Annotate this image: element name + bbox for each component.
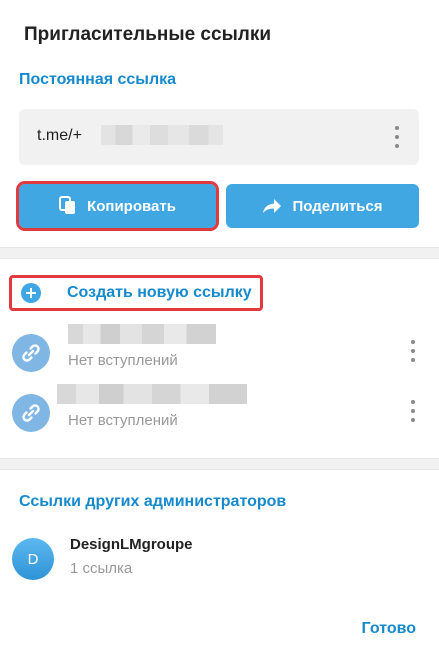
dialog-title: Пригласительные ссылки [24,24,272,45]
more-vertical-icon[interactable] [410,400,416,422]
permanent-link-text: t.me/+ [37,127,82,144]
copy-link-button[interactable]: Копировать [16,181,219,231]
copy-icon [59,196,76,214]
link-name-redaction-blur [57,384,247,404]
create-new-link-button[interactable]: Создать новую ссылку [9,275,263,311]
copy-button-label: Копировать [87,197,176,215]
admin-list-item[interactable]: D DesignLMgroupe 1 ссылка [0,530,439,586]
link-redaction-blur [101,125,223,145]
done-button[interactable]: Готово [362,620,416,638]
permanent-link-field[interactable]: t.me/+ [19,109,419,165]
share-link-button[interactable]: Поделиться [226,184,419,228]
link-name-redaction-blur [68,324,216,344]
invite-link-row[interactable]: Нет вступлений [0,320,439,384]
admin-name: DesignLMgroupe [70,536,193,553]
admin-link-count: 1 ссылка [70,560,133,577]
link-icon [12,334,50,372]
share-arrow-icon [263,199,282,213]
more-vertical-icon[interactable] [410,340,416,362]
invite-link-status: Нет вступлений [68,412,178,429]
more-vertical-icon[interactable] [394,126,400,148]
share-button-label: Поделиться [292,197,383,215]
plus-circle-icon [21,283,41,303]
invite-link-status: Нет вступлений [68,352,178,369]
avatar: D [12,538,54,580]
section-divider [0,458,439,470]
invite-link-row[interactable]: Нет вступлений [0,380,439,444]
create-new-link-label: Создать новую ссылку [67,284,252,301]
permanent-link-section-title: Постоянная ссылка [19,71,177,88]
other-admins-section-title: Ссылки других администраторов [19,493,287,510]
link-icon [12,394,50,432]
section-divider [0,247,439,259]
invite-links-dialog: Пригласительные ссылки Постоянная ссылка… [0,0,439,651]
